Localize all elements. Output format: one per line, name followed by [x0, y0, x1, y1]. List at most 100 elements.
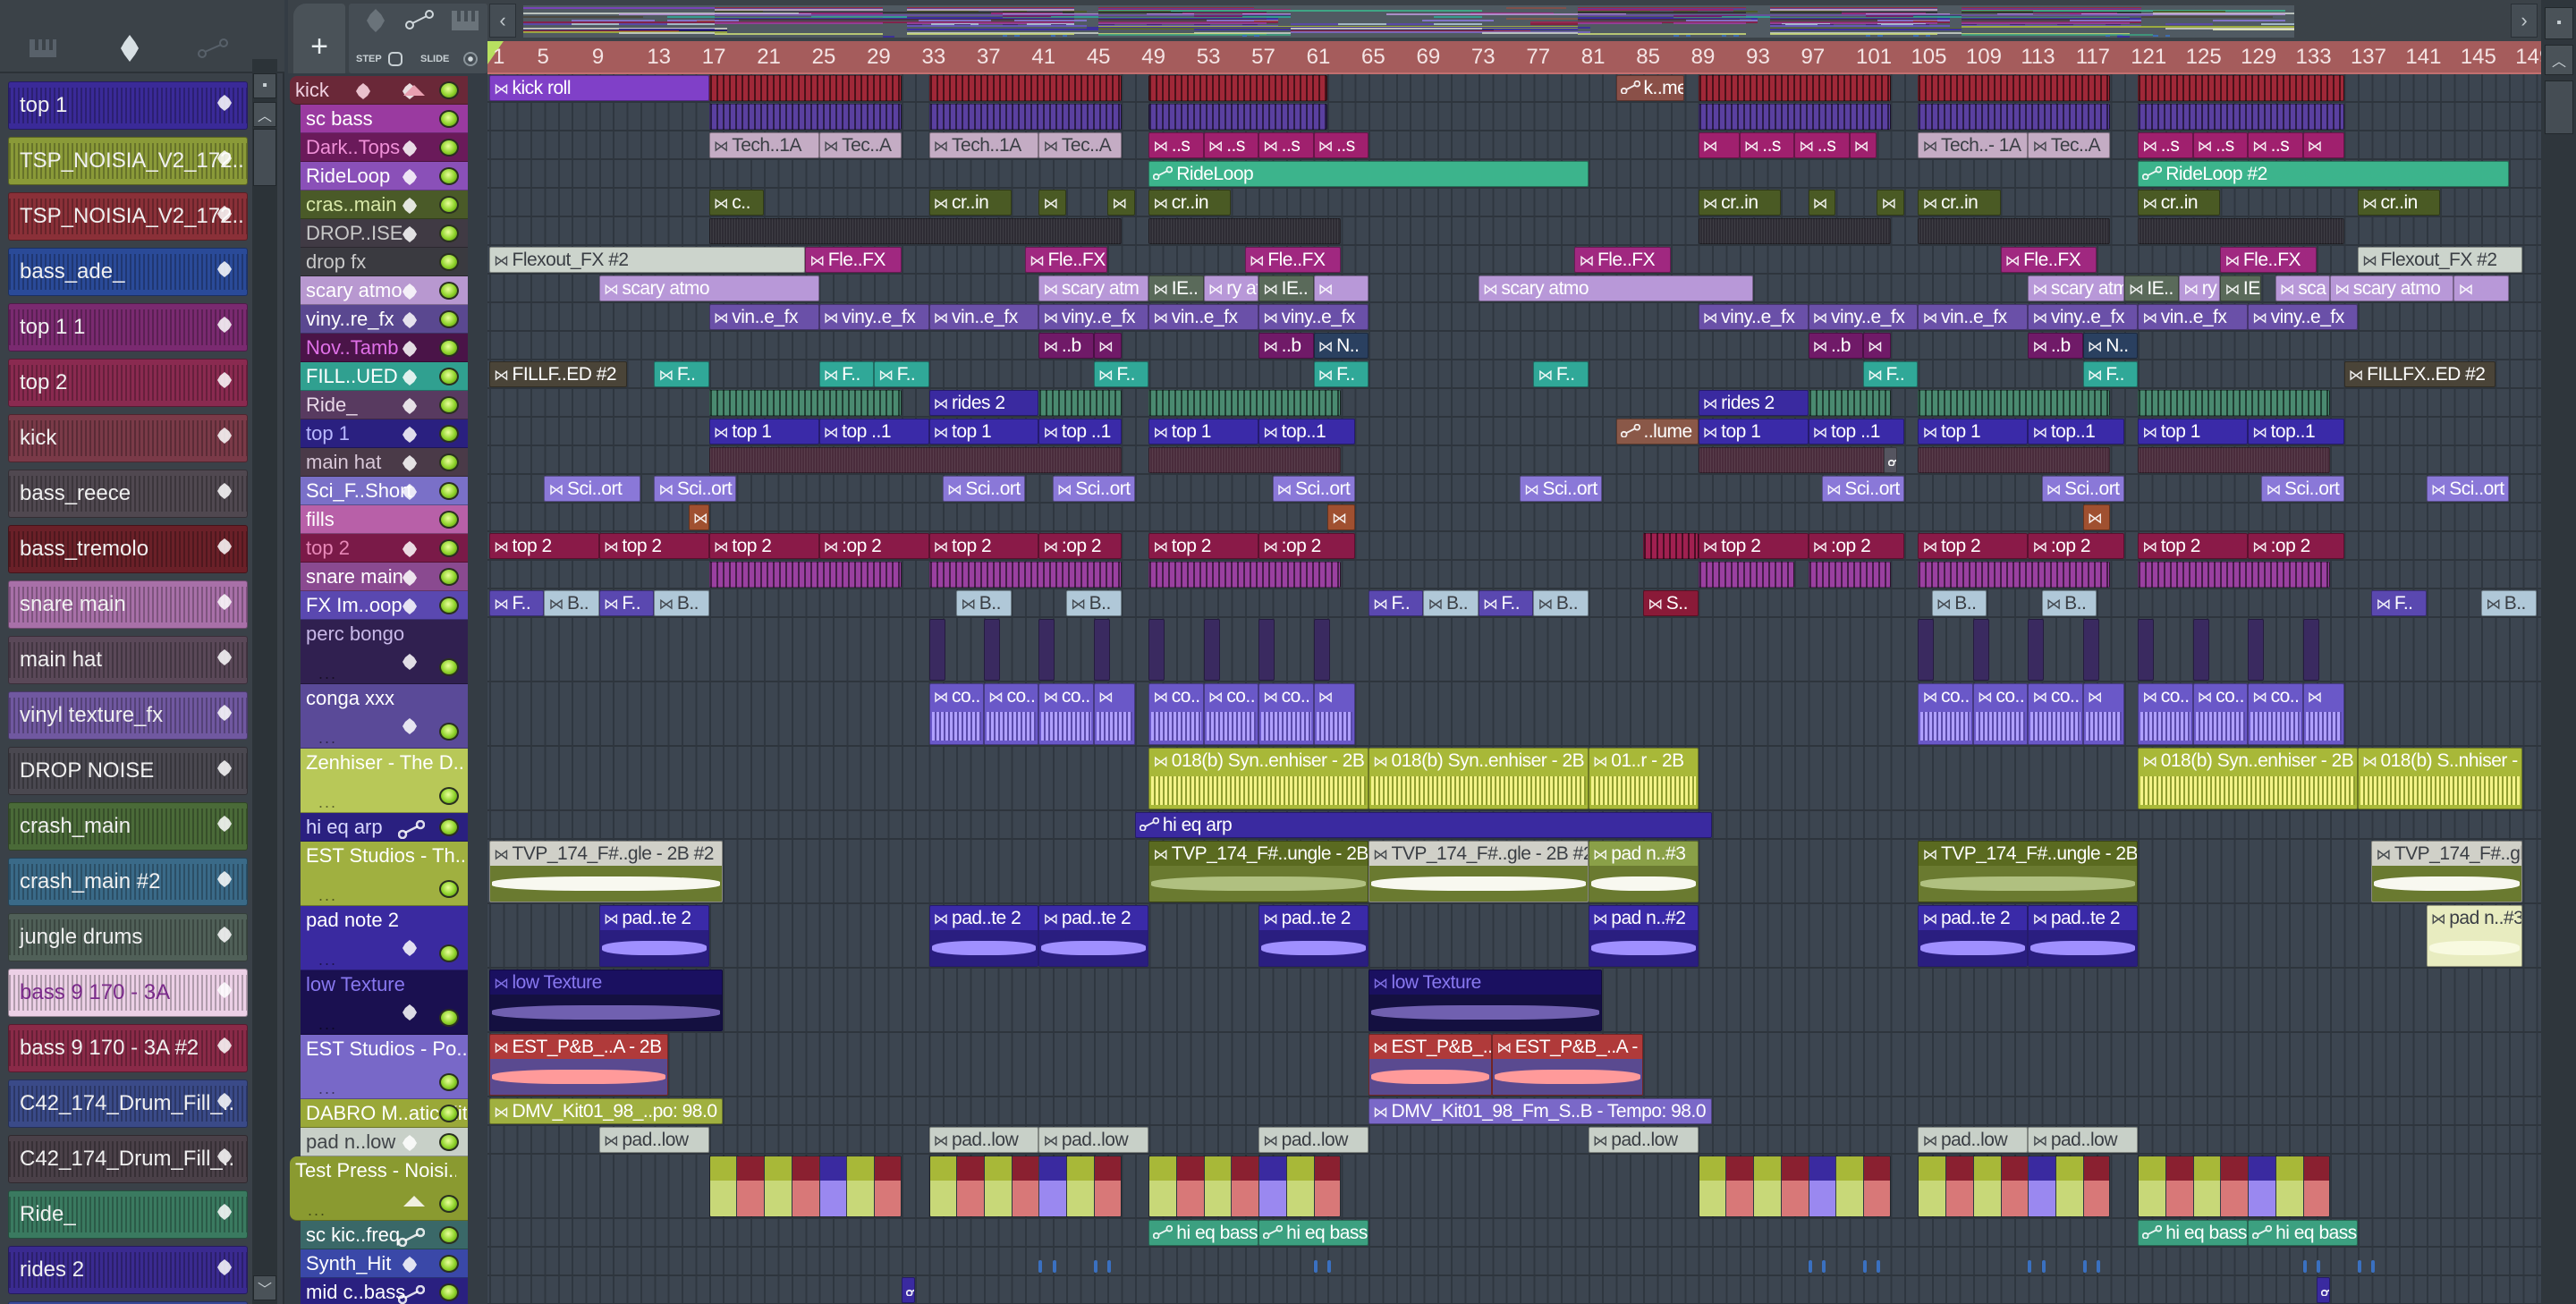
track-mute-led[interactable]	[439, 1073, 459, 1091]
clip[interactable]: ⋈ Sci..ort	[2261, 476, 2344, 502]
clip[interactable]: ⋈ co..	[1972, 683, 2029, 745]
clip[interactable]: ⋈ 018(b) Syn..enhiser - 2B	[1148, 748, 1369, 809]
clip[interactable]: ⋈ F..	[1093, 361, 1149, 387]
track-header[interactable]: EST Studios - Po.....	[301, 1035, 468, 1099]
clip[interactable]: ⋈ top 1	[928, 419, 1039, 445]
test-press-subclip[interactable]	[765, 1156, 792, 1216]
clip[interactable]: ⋈ Tec..A	[1038, 132, 1122, 158]
clip[interactable]: ⋈ pad..te 2	[2028, 905, 2139, 967]
clip[interactable]: ⋈ viny..e_fx	[2248, 304, 2358, 330]
clip[interactable]: ⋈ Tech..1A	[928, 132, 1039, 158]
clip[interactable]: ⋈ pad..low	[928, 1127, 1039, 1153]
picker-item[interactable]: bass_reece	[8, 470, 248, 518]
test-press-subclip[interactable]	[1067, 1156, 1094, 1216]
picker-item[interactable]: bass_tremolo	[8, 525, 248, 573]
clip[interactable]: ⋈ viny..e_fx	[1808, 304, 1919, 330]
track-header[interactable]: drop fx	[301, 248, 468, 276]
track-mute-led[interactable]	[439, 1133, 459, 1151]
clip[interactable]: ⋈ B..	[1066, 590, 1122, 616]
clip[interactable]	[1148, 75, 1327, 101]
clip[interactable]: ⋈ top 1	[2138, 419, 2249, 445]
clip[interactable]: ⋈ rides 2	[1698, 390, 1809, 416]
clip[interactable]	[928, 562, 1122, 588]
clip[interactable]: hi eq arp	[1134, 812, 1713, 838]
clip[interactable]	[1148, 447, 1342, 473]
clip[interactable]: ⋈	[2302, 683, 2344, 745]
clip[interactable]: ⋈ TVP_174_F#..ungle - 2B	[1148, 841, 1369, 902]
track-mute-led[interactable]	[439, 1105, 459, 1122]
clip[interactable]: ⋈ ..s	[1794, 132, 1850, 158]
clip[interactable]	[1698, 447, 1891, 473]
clip[interactable]: ⋈ top 2	[1918, 533, 2029, 559]
picker-item[interactable]: main hat	[8, 636, 248, 684]
test-press-subclip[interactable]	[737, 1156, 765, 1216]
track-mute-led[interactable]	[439, 1226, 459, 1244]
track-mute-led[interactable]	[439, 787, 459, 805]
test-press-subclip[interactable]	[2056, 1156, 2083, 1216]
clip[interactable]: ⋈ EST_P&B_..	[1368, 1034, 1493, 1096]
clip[interactable]	[1918, 390, 2111, 416]
clip[interactable]: ⋈ viny..e_fx	[818, 304, 929, 330]
clip[interactable]: ⋈ co..	[2028, 683, 2083, 745]
clip[interactable]: ⋈ Sci..ort	[1052, 476, 1135, 502]
clip[interactable]	[1698, 218, 1891, 244]
clip[interactable]: ⋈ pad..low	[1588, 1127, 1699, 1153]
clip[interactable]: ⋈ B..	[956, 590, 1012, 616]
picker-item[interactable]: C42_174_Drum_Fill_..	[8, 1135, 248, 1183]
clip[interactable]: ⋈ Fle..FX	[805, 247, 902, 273]
clip[interactable]	[1038, 1260, 1043, 1273]
track-mute-led[interactable]	[439, 568, 459, 586]
test-press-subclip[interactable]	[2001, 1156, 2029, 1216]
clip[interactable]: ⋈ scary atmo	[1478, 275, 1754, 301]
test-press-subclip[interactable]	[2139, 1156, 2165, 1216]
clip[interactable]: ⋈ co..	[1203, 683, 1259, 745]
clip[interactable]: ⋈	[2082, 504, 2111, 530]
track-mute-led[interactable]	[439, 1009, 459, 1027]
clip[interactable]: ⋈ Fle..FX	[1244, 247, 1342, 273]
test-press-subclip[interactable]	[957, 1156, 984, 1216]
scroll-up-button[interactable]: ︿	[253, 102, 276, 127]
clip[interactable]: ⋈ scary atm	[2028, 275, 2124, 301]
track-mute-led[interactable]	[439, 453, 459, 471]
clip[interactable]	[2138, 1156, 2331, 1217]
test-press-subclip[interactable]	[1039, 1156, 1067, 1216]
clip[interactable]	[2192, 619, 2209, 681]
clip[interactable]: ⋈ co..	[1918, 683, 1973, 745]
clip[interactable]: ⋈ Sci..ort	[654, 476, 737, 502]
clip[interactable]: ⋈ sca	[2275, 275, 2331, 301]
clip[interactable]: ⋈ B..	[2041, 590, 2097, 616]
test-press-subclip[interactable]	[709, 1156, 737, 1216]
clip[interactable]: ⋈ FILLFX..ED #2	[2343, 361, 2496, 387]
clip[interactable]: ⋈ B..	[1423, 590, 1479, 616]
clip[interactable]: ⋈ cr..in	[2138, 190, 2221, 216]
automation-clip-icon[interactable]	[197, 32, 229, 64]
clip[interactable]: ⋈ F..	[489, 590, 545, 616]
clip[interactable]	[1918, 619, 1935, 681]
picker-item[interactable]: jungle drums	[8, 913, 248, 961]
track-mute-led[interactable]	[439, 818, 459, 836]
test-press-subclip[interactable]	[2029, 1156, 2056, 1216]
track-mute-led[interactable]	[439, 944, 459, 962]
clip[interactable]	[2041, 1260, 2046, 1273]
track-header[interactable]: FILL..UED	[301, 362, 468, 391]
clip[interactable]	[1918, 1156, 2111, 1217]
clip[interactable]: ⋈ N..	[2082, 333, 2139, 359]
clip[interactable]: ⋈ co..	[2248, 683, 2303, 745]
test-press-subclip[interactable]	[1094, 1156, 1121, 1216]
test-press-subclip[interactable]	[1809, 1156, 1836, 1216]
clip[interactable]: ⋈ top 2	[598, 533, 709, 559]
clip[interactable]: ⋈ 01..r - 2B	[1588, 748, 1699, 809]
clip[interactable]: ⋈ top ..1	[818, 419, 929, 445]
clip[interactable]: ⋈EST_P&B_..A - 2B	[1492, 1034, 1644, 1096]
track-header[interactable]: Dark..Tops	[301, 133, 468, 162]
clip[interactable]: ⋈ pad n..#3	[2426, 905, 2523, 967]
clip[interactable]: ⋈ vin..e_fx	[708, 304, 819, 330]
test-press-subclip[interactable]	[1149, 1156, 1176, 1216]
clip[interactable]	[928, 104, 1122, 130]
clip[interactable]: ⋈	[1093, 683, 1135, 745]
track-header[interactable]: top 2	[301, 534, 468, 563]
clip[interactable]: ⋈:op 2	[1038, 533, 1122, 559]
track-header[interactable]: pad note 2...	[301, 906, 468, 970]
clip[interactable]: ⋈ low Texture	[489, 970, 724, 1031]
clip[interactable]: ⋈ low Texture	[1368, 970, 1603, 1031]
